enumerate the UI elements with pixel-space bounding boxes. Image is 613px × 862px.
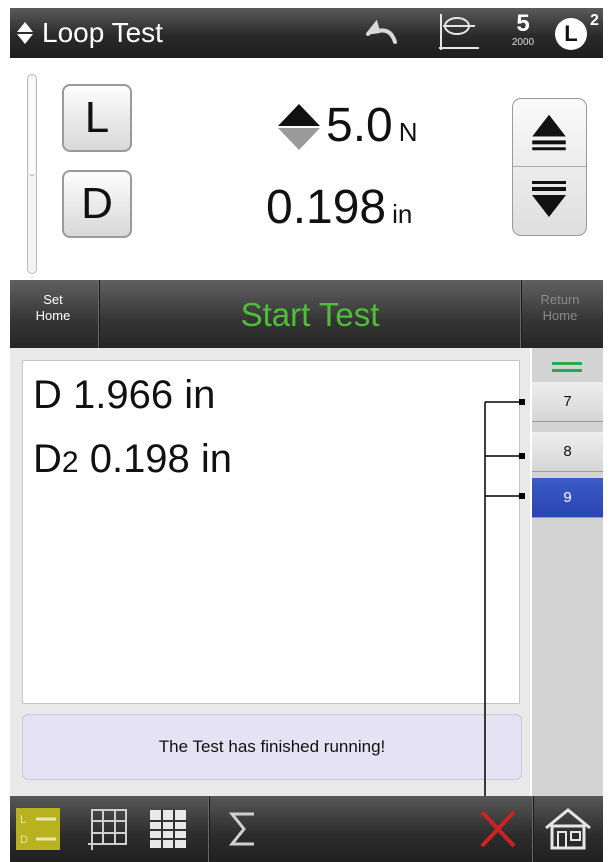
load-unit: N <box>398 117 418 147</box>
action-bar: Set Home Start Test Return Home <box>10 280 603 348</box>
cancel-x-icon[interactable] <box>476 806 520 852</box>
result-d-label: D <box>33 373 62 417</box>
svg-text:D: D <box>20 834 28 846</box>
set-home-label-2: Home <box>35 308 71 323</box>
undo-icon[interactable] <box>362 16 402 50</box>
page-title[interactable]: Loop Test <box>42 17 163 49</box>
title-bar: Loop Test 5 2000 L 2 <box>10 8 603 58</box>
bottom-toolbar: L D <box>10 796 603 862</box>
scrollbar[interactable] <box>27 74 37 274</box>
result-d2-value: 0.198 in <box>89 437 233 481</box>
rate-icon[interactable]: 5 2000 <box>506 12 540 56</box>
home-icon[interactable] <box>542 806 594 852</box>
jog-up-button[interactable] <box>513 99 586 167</box>
return-home-button[interactable]: Return Home <box>525 292 595 324</box>
rate-value: 5 <box>516 10 530 37</box>
load-cell-superscript: 2 <box>590 12 599 29</box>
distance-readout: 0.198 in <box>266 180 412 235</box>
return-home-label-2: Home <box>542 308 578 323</box>
graph-view-icon[interactable]: L D <box>14 806 62 852</box>
jog-control <box>512 98 587 236</box>
table-view-icon[interactable] <box>146 806 190 852</box>
distance-value: 0.198 <box>266 181 387 234</box>
load-value: 5.0 <box>326 99 393 152</box>
results-panel: D 1.966 in D2 0.198 in <box>22 360 520 704</box>
svg-text:L: L <box>20 814 26 826</box>
readout-panel: L D 5.0 N 0.198 in <box>0 58 613 280</box>
statistics-sigma-icon[interactable] <box>224 806 260 852</box>
scrollbar-thumb[interactable] <box>29 76 35 176</box>
load-readout: 5.0 N <box>326 98 418 153</box>
result-distance-2: D2 0.198 in <box>33 437 232 482</box>
status-message: The Test has finished running! <box>22 714 522 780</box>
list-item-7[interactable]: 7 <box>532 382 603 422</box>
distance-button[interactable]: D <box>62 170 132 238</box>
list-handle-icon[interactable] <box>552 360 582 374</box>
divider <box>208 796 210 862</box>
rate-unit: 2000 <box>511 37 535 48</box>
menu-arrows-icon[interactable] <box>16 21 34 45</box>
divider <box>520 280 522 348</box>
distance-unit: in <box>392 199 413 229</box>
result-d2-subscript: 2 <box>61 446 79 479</box>
load-cell-icon[interactable]: L <box>555 18 587 50</box>
result-d-value: 1.966 in <box>73 373 216 417</box>
set-home-button[interactable]: Set Home <box>18 292 88 324</box>
divider <box>98 280 100 348</box>
grid-view-icon[interactable] <box>86 806 130 852</box>
graph-icon[interactable] <box>435 12 481 54</box>
return-home-label-1: Return <box>540 292 580 307</box>
set-home-label-1: Set <box>43 292 63 307</box>
list-item-8[interactable]: 8 <box>532 432 603 472</box>
divider <box>532 796 534 862</box>
result-distance: D 1.966 in <box>33 373 215 418</box>
result-d2-label: D <box>33 437 62 481</box>
test-list: 7 8 9 <box>532 348 603 796</box>
list-item-9[interactable]: 9 <box>532 478 603 518</box>
start-test-button[interactable]: Start Test <box>180 296 440 334</box>
jog-down-button[interactable] <box>513 167 586 235</box>
up-down-arrow-icon <box>278 104 320 150</box>
load-button[interactable]: L <box>62 84 132 152</box>
